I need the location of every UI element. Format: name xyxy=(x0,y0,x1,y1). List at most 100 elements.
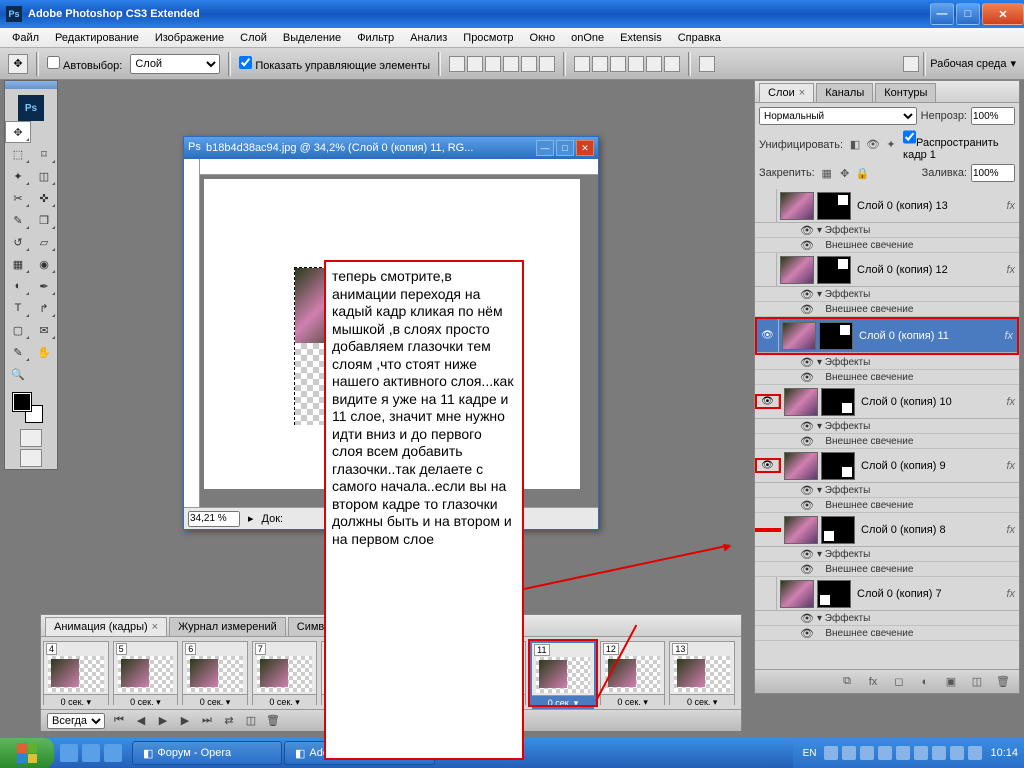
animation-frame[interactable]: 70 сек. ▾ xyxy=(252,641,318,705)
delete-frame-icon[interactable]: 🗑 xyxy=(265,713,281,729)
language-indicator[interactable]: EN xyxy=(799,748,821,759)
unify-style-icon[interactable]: ✦ xyxy=(883,137,899,153)
quicklaunch-icon[interactable] xyxy=(82,744,100,762)
first-frame-icon[interactable]: ⏮ xyxy=(111,713,127,729)
start-button[interactable] xyxy=(0,738,54,768)
type-tool[interactable]: T xyxy=(5,297,31,319)
layer-row[interactable]: Слой 0 (копия) 10fx xyxy=(755,385,1019,419)
visibility-toggle[interactable] xyxy=(757,396,779,407)
layer-mask-thumbnail[interactable] xyxy=(821,452,855,480)
tray-icon[interactable] xyxy=(860,746,874,760)
distribute-icon[interactable] xyxy=(664,56,680,72)
lock-pixels-icon[interactable]: ▦ xyxy=(819,165,835,181)
animation-frame[interactable]: 110 сек. ▾ xyxy=(530,641,596,705)
distribute-icon[interactable] xyxy=(628,56,644,72)
next-frame-icon[interactable]: ▶ xyxy=(177,713,193,729)
menu-изображение[interactable]: Изображение xyxy=(147,30,232,46)
layer-mask-thumbnail[interactable] xyxy=(817,580,851,608)
lasso-tool[interactable]: ⌑ xyxy=(31,143,57,165)
move-tool[interactable]: ✥ xyxy=(5,121,31,143)
quickmask-toggle[interactable] xyxy=(20,429,42,447)
menu-анализ[interactable]: Анализ xyxy=(402,30,455,46)
group-layers-icon[interactable]: ▣ xyxy=(943,674,959,690)
distribute-icon[interactable] xyxy=(574,56,590,72)
notes-tool[interactable]: ✉ xyxy=(31,319,57,341)
visibility-toggle[interactable] xyxy=(755,253,777,286)
gradient-tool[interactable]: ▦ xyxy=(5,253,31,275)
layer-name[interactable]: Слой 0 (копия) 12 xyxy=(851,264,1019,276)
tray-icon[interactable] xyxy=(896,746,910,760)
propagate-frame-checkbox[interactable]: Распространить кадр 1 xyxy=(903,128,1015,161)
tab-channels[interactable]: Каналы xyxy=(816,83,873,102)
effects-row[interactable]: 👁▾ Эффекты xyxy=(755,419,1019,434)
menu-файл[interactable]: Файл xyxy=(4,30,47,46)
adjustment-layer-icon[interactable]: ◐ xyxy=(917,674,933,690)
layer-row[interactable]: Слой 0 (копия) 12fx xyxy=(755,253,1019,287)
eyedropper-tool[interactable]: ✎ xyxy=(5,341,31,363)
align-icon[interactable] xyxy=(485,56,501,72)
autoselect-target-select[interactable]: Слой xyxy=(130,54,220,74)
stamp-tool[interactable]: ❒ xyxy=(31,209,57,231)
screenmode-toggle[interactable] xyxy=(20,449,42,467)
tray-icon[interactable] xyxy=(842,746,856,760)
distribute-icon[interactable] xyxy=(592,56,608,72)
doc-close-button[interactable]: ✕ xyxy=(576,140,594,156)
tab-layers[interactable]: Слои× xyxy=(759,83,814,102)
effects-row[interactable]: 👁▾ Эффекты xyxy=(755,483,1019,498)
effects-row[interactable]: 👁▾ Эффекты xyxy=(755,355,1019,370)
tray-icon[interactable] xyxy=(878,746,892,760)
fill-field[interactable] xyxy=(971,164,1015,182)
distribute-icon[interactable] xyxy=(646,56,662,72)
tray-icon[interactable] xyxy=(914,746,928,760)
menu-onone[interactable]: onOne xyxy=(563,30,612,46)
align-icon[interactable] xyxy=(503,56,519,72)
align-icon[interactable] xyxy=(521,56,537,72)
layer-name[interactable]: Слой 0 (копия) 11 xyxy=(853,330,1017,342)
crop-tool[interactable]: ◫ xyxy=(31,165,57,187)
effects-row[interactable]: 👁▾ Эффекты xyxy=(755,611,1019,626)
layer-thumbnail[interactable] xyxy=(784,388,818,416)
link-layers-icon[interactable]: ⧉ xyxy=(839,674,855,690)
doc-minimize-button[interactable]: — xyxy=(536,140,554,156)
tray-icon[interactable] xyxy=(950,746,964,760)
align-icon[interactable] xyxy=(449,56,465,72)
last-frame-icon[interactable]: ⏭ xyxy=(199,713,215,729)
tab-measurement-log[interactable]: Журнал измерений xyxy=(169,617,286,636)
layer-thumbnail[interactable] xyxy=(780,192,814,220)
animation-frame[interactable]: 50 сек. ▾ xyxy=(113,641,179,705)
layer-mask-thumbnail[interactable] xyxy=(819,322,853,350)
slice-tool[interactable]: ✂ xyxy=(5,187,31,209)
autoselect-checkbox[interactable]: Автовыбор: xyxy=(47,56,122,72)
outer-glow-row[interactable]: 👁 Внешнее свечение xyxy=(755,562,1019,577)
brush-tool[interactable]: ✎ xyxy=(5,209,31,231)
outer-glow-row[interactable]: 👁 Внешнее свечение xyxy=(755,238,1019,253)
taskbar-task[interactable]: ◧Форум - Opera xyxy=(132,741,282,765)
outer-glow-row[interactable]: 👁 Внешнее свечение xyxy=(755,626,1019,641)
fx-badge[interactable]: fx xyxy=(1006,200,1015,212)
blur-tool[interactable]: ◉ xyxy=(31,253,57,275)
outer-glow-row[interactable]: 👁 Внешнее свечение xyxy=(755,434,1019,449)
play-icon[interactable]: ▶ xyxy=(155,713,171,729)
layer-mask-thumbnail[interactable] xyxy=(817,256,851,284)
layer-mask-thumbnail[interactable] xyxy=(817,192,851,220)
tab-animation[interactable]: Анимация (кадры)× xyxy=(45,617,167,636)
path-tool[interactable]: ↱ xyxy=(31,297,57,319)
tray-icon[interactable] xyxy=(932,746,946,760)
layer-name[interactable]: Слой 0 (копия) 10 xyxy=(855,396,1019,408)
layer-thumbnail[interactable] xyxy=(780,580,814,608)
duplicate-frame-icon[interactable]: ◫ xyxy=(243,713,259,729)
visibility-toggle[interactable] xyxy=(757,319,779,352)
tray-icon[interactable] xyxy=(968,746,982,760)
hand-tool[interactable]: ✋ xyxy=(31,341,57,363)
effects-row[interactable]: 👁▾ Эффекты xyxy=(755,547,1019,562)
outer-glow-row[interactable]: 👁 Внешнее свечение xyxy=(755,370,1019,385)
pen-tool[interactable]: ✒ xyxy=(31,275,57,297)
fx-badge[interactable]: fx xyxy=(1006,264,1015,276)
tab-paths[interactable]: Контуры xyxy=(875,83,936,102)
layer-thumbnail[interactable] xyxy=(782,322,816,350)
layer-row[interactable]: Слой 0 (копия) 8fx xyxy=(755,513,1019,547)
layer-style-icon[interactable]: fx xyxy=(865,674,881,690)
effects-row[interactable]: 👁▾ Эффекты xyxy=(755,223,1019,238)
marquee-tool[interactable]: ⬚ xyxy=(5,143,31,165)
menu-выделение[interactable]: Выделение xyxy=(275,30,349,46)
